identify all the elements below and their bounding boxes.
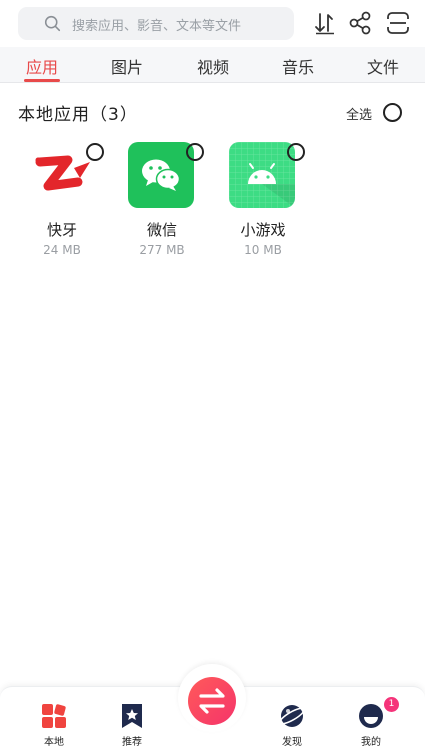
notification-badge: 1	[384, 697, 399, 712]
section-title: 本地应用（3）	[18, 105, 138, 125]
tab-apps[interactable]: 应用	[12, 54, 72, 78]
nav-label: 发现	[282, 737, 302, 748]
wechat-icon	[128, 142, 194, 208]
app-name: 快牙	[46, 221, 77, 239]
tab-images[interactable]: 图片	[97, 54, 157, 78]
avatar-icon	[359, 704, 383, 728]
apps-grid-icon	[42, 704, 66, 728]
app-name: 小游戏	[240, 221, 286, 239]
active-tab-indicator	[24, 79, 60, 82]
tab-videos[interactable]: 视频	[183, 54, 243, 78]
swap-arrows-icon	[199, 688, 225, 714]
nav-discover[interactable]: 发现	[262, 687, 322, 756]
nav-recommend[interactable]: 推荐	[102, 687, 162, 756]
android-game-icon	[229, 142, 295, 208]
search-input[interactable]: 搜索应用、影音、文本等文件	[18, 7, 294, 40]
tab-music[interactable]: 音乐	[268, 54, 328, 78]
nav-label: 本地	[44, 737, 64, 748]
app-size: 10 MB	[244, 243, 282, 257]
scan-icon[interactable]	[386, 11, 410, 35]
top-bar: 搜索应用、影音、文本等文件	[0, 0, 425, 46]
select-all-radio[interactable]	[383, 103, 402, 122]
nav-label: 我的	[361, 737, 381, 748]
kuaiya-icon	[28, 142, 94, 208]
app-select-radio[interactable]	[287, 143, 305, 161]
nav-local[interactable]: 本地	[24, 687, 84, 756]
app-select-radio[interactable]	[86, 143, 104, 161]
search-placeholder: 搜索应用、影音、文本等文件	[72, 19, 242, 34]
bookmark-star-icon	[122, 704, 142, 728]
planet-icon	[279, 705, 305, 727]
tab-files[interactable]: 文件	[353, 54, 413, 78]
share-icon[interactable]	[348, 11, 372, 35]
app-name: 微信	[146, 221, 177, 239]
app-size: 277 MB	[139, 243, 185, 257]
app-size: 24 MB	[43, 243, 81, 257]
app-select-radio[interactable]	[186, 143, 204, 161]
category-tabs: 应用 图片 视频 音乐 文件	[0, 47, 425, 83]
nav-label: 推荐	[122, 737, 142, 748]
select-all-label[interactable]: 全选	[346, 104, 372, 123]
search-icon	[44, 15, 61, 32]
sort-download-icon[interactable]	[313, 11, 337, 35]
transfer-button[interactable]	[188, 677, 236, 725]
